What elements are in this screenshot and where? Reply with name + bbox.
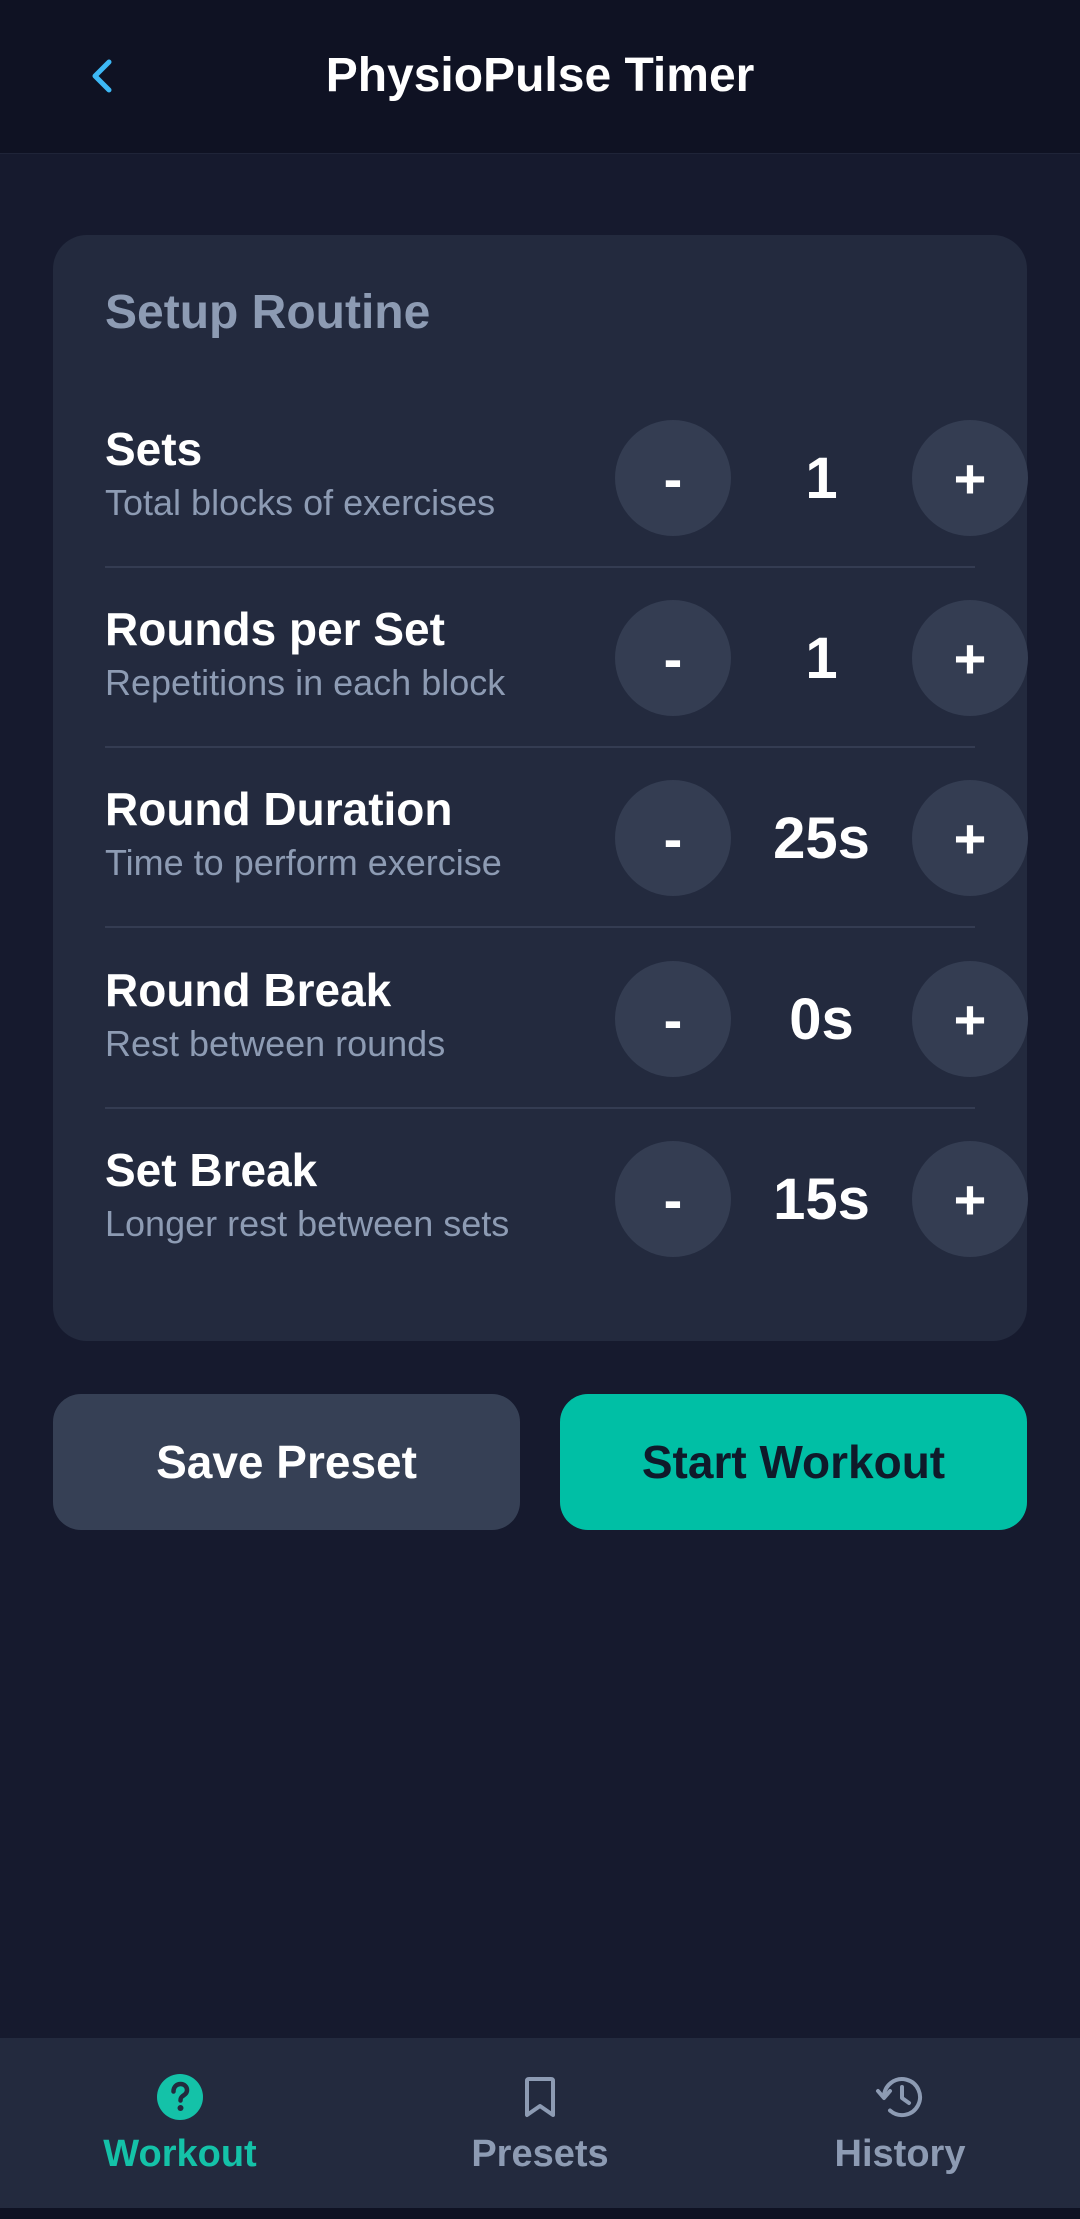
setting-description: Longer rest between sets <box>105 1203 510 1244</box>
nav-item-history[interactable]: History <box>750 2038 1050 2208</box>
nav-label: Workout <box>103 2132 257 2175</box>
decrement-button[interactable]: - <box>615 420 731 536</box>
increment-button[interactable]: + <box>912 420 1028 536</box>
setting-label: Round Break <box>105 964 392 1016</box>
page-title: PhysioPulse Timer <box>325 49 755 102</box>
setting-value: 1 <box>805 445 838 511</box>
decrement-button[interactable]: - <box>615 961 731 1077</box>
history-icon <box>876 2076 922 2117</box>
setting-row-rounds-per-set: Rounds per Set Repetitions in each block… <box>105 568 1028 748</box>
nav-item-presets[interactable]: Presets <box>390 2038 690 2208</box>
system-gesture-bar <box>0 2208 1080 2219</box>
setting-label: Round Duration <box>105 783 453 835</box>
app-screen: PhysioPulse Timer Setup Routine Sets Tot… <box>0 0 1080 2219</box>
setting-row-set-break: Set Break Longer rest between sets - 15s… <box>105 1109 1028 1289</box>
top-app-bar: PhysioPulse Timer <box>0 0 1080 154</box>
nav-label: Presets <box>471 2132 609 2175</box>
setting-label: Rounds per Set <box>105 603 445 655</box>
setting-row-sets: Sets Total blocks of exercises - 1 + <box>105 388 1028 568</box>
setup-routine-card: Setup Routine Sets Total blocks of exerc… <box>53 235 1028 1341</box>
setting-description: Total blocks of exercises <box>105 482 496 523</box>
setting-value: 1 <box>805 625 838 691</box>
nav-item-workout[interactable]: Workout <box>30 2038 330 2208</box>
increment-button[interactable]: + <box>912 1141 1028 1257</box>
setting-description: Repetitions in each block <box>105 662 506 703</box>
setting-row-round-break: Round Break Rest between rounds - 0s + <box>105 929 1028 1109</box>
setting-value: 25s <box>773 805 870 871</box>
increment-button[interactable]: + <box>912 961 1028 1077</box>
setting-value: 0s <box>789 986 854 1052</box>
bottom-navigation: Workout Presets History <box>0 2038 1080 2208</box>
start-workout-button[interactable]: Start Workout <box>560 1394 1027 1530</box>
decrement-button[interactable]: - <box>615 1141 731 1257</box>
help-circle-icon <box>157 2073 203 2120</box>
setting-label: Sets <box>105 423 203 475</box>
decrement-button[interactable]: - <box>615 600 731 716</box>
setting-description: Rest between rounds <box>105 1023 446 1064</box>
bookmark-icon <box>525 2076 555 2117</box>
increment-button[interactable]: + <box>912 600 1028 716</box>
setting-description: Time to perform exercise <box>105 842 502 883</box>
setting-value: 15s <box>773 1166 870 1232</box>
decrement-button[interactable]: - <box>615 780 731 896</box>
setting-row-round-duration: Round Duration Time to perform exercise … <box>105 748 1028 928</box>
nav-label: History <box>834 2132 966 2175</box>
increment-button[interactable]: + <box>912 780 1028 896</box>
card-title: Setup Routine <box>105 286 431 339</box>
save-preset-button[interactable]: Save Preset <box>53 1394 520 1530</box>
setting-label: Set Break <box>105 1144 318 1196</box>
